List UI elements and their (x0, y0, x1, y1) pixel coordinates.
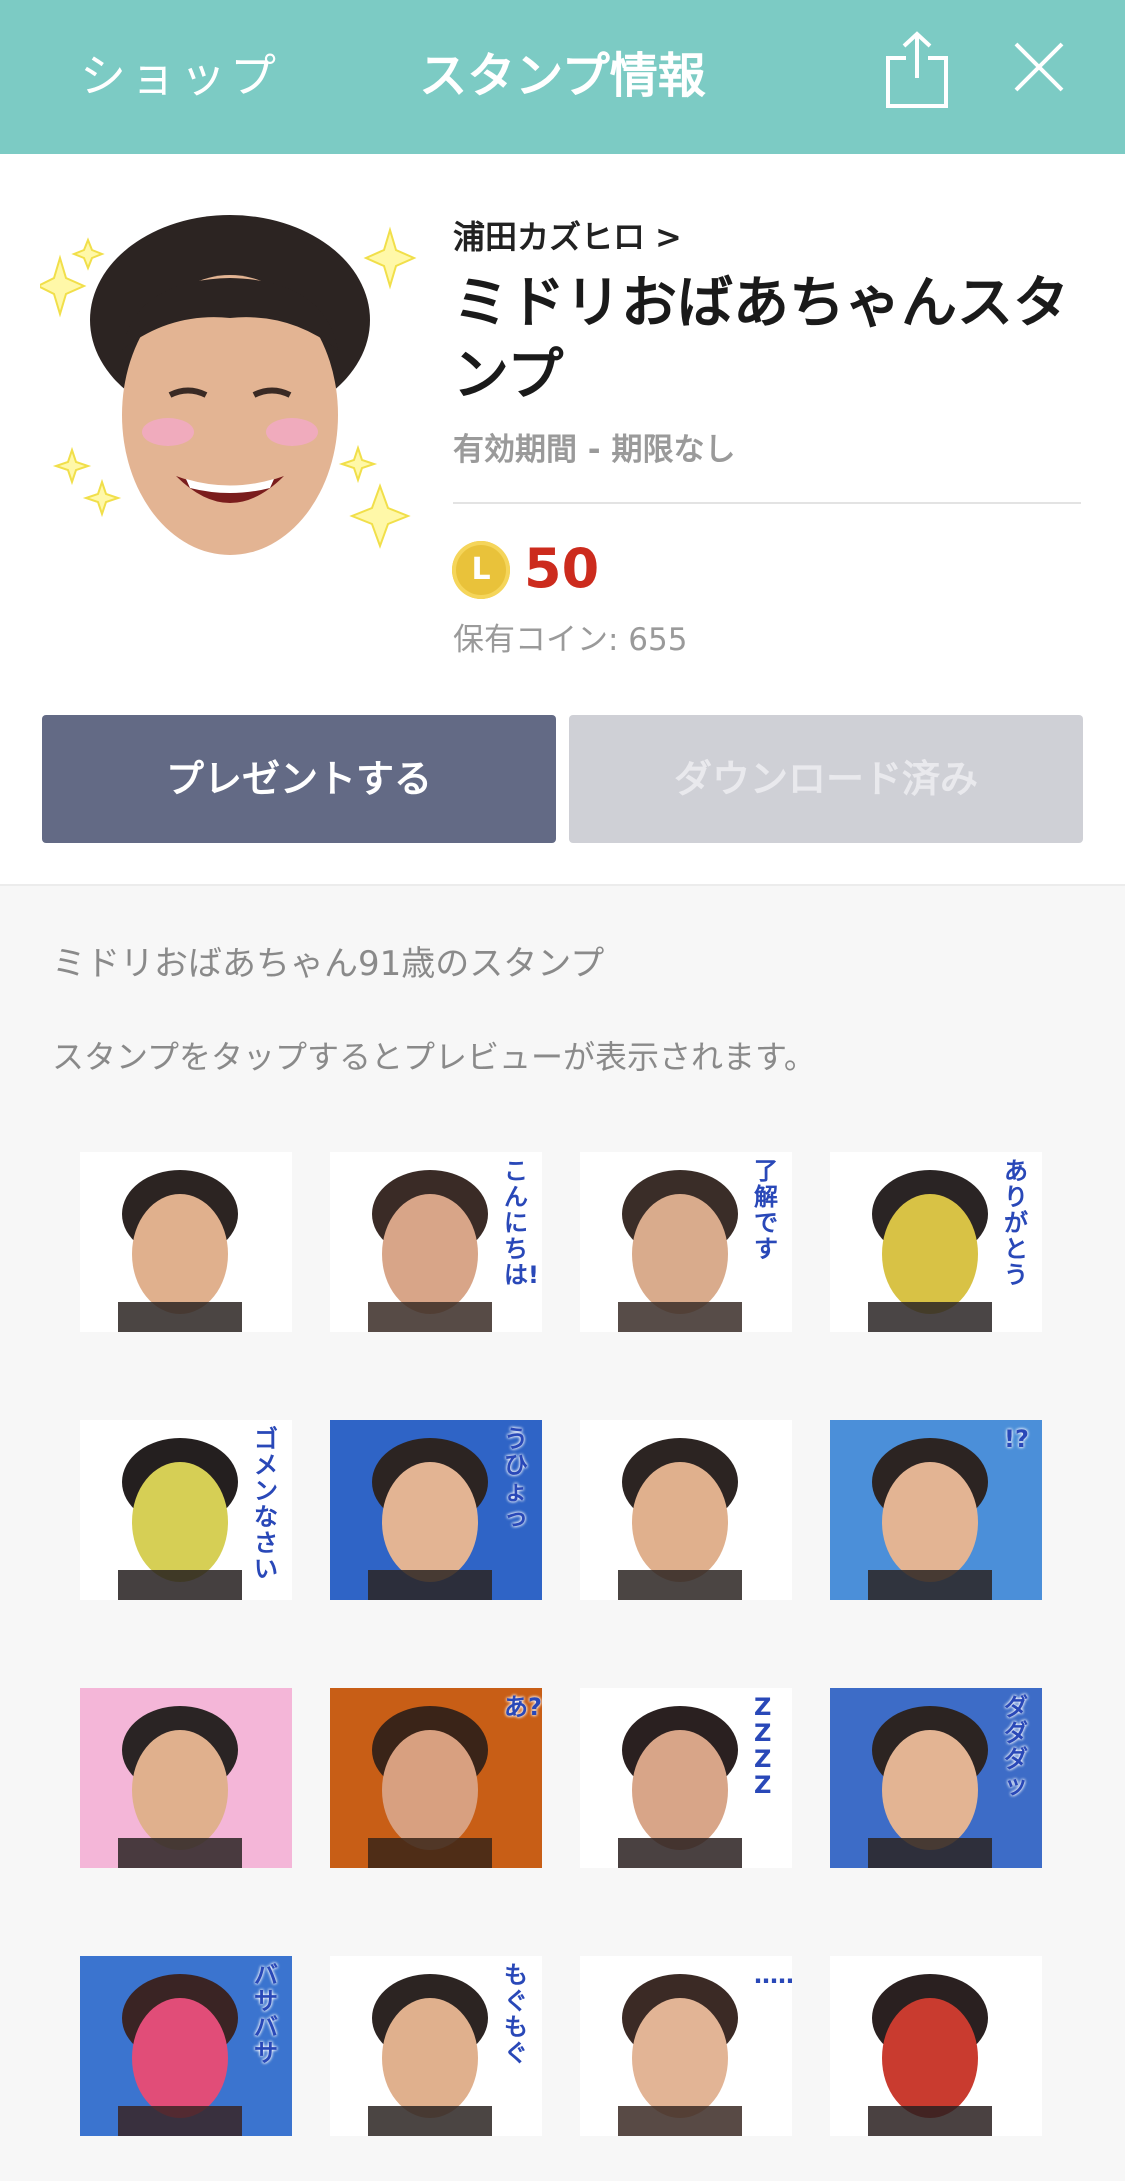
creator-link[interactable]: 浦田カズヒロ > (453, 212, 682, 258)
coin-balance: 保有コイン: 655 (453, 622, 688, 658)
sticker-gomennasai[interactable]: ゴメンなさい (80, 1420, 292, 1600)
sticker-caption: !? (1004, 1425, 1029, 1453)
sticker-caption: あ? (504, 1693, 542, 1721)
sticker-thumbnail-image (80, 1688, 292, 1868)
line-coin-icon: L (452, 541, 510, 599)
sticker-preview-section: ミドリおばあちゃん91歳のスタンプ スタンプをタップするとプレビューが表示されま… (0, 884, 1125, 2181)
sticker-caption: うひょっ (504, 1425, 528, 1531)
sticker-pack-title: ミドリおばあちゃんスタンプ (453, 271, 1069, 408)
page-title: スタンプ情報 (419, 48, 706, 104)
price: 50 (524, 537, 600, 600)
sticker-caption: ダダダッ (1004, 1693, 1028, 1799)
sticker-sleeping[interactable]: ZZZZ (580, 1688, 792, 1868)
top-navigation-bar: ショップ スタンプ情報 (0, 0, 1125, 154)
pack-description: ミドリおばあちゃん91歳のスタンプ (52, 944, 605, 984)
sticker-caption: ゴメンなさい (254, 1425, 278, 1583)
sticker-smile-sparkle[interactable] (80, 1152, 292, 1332)
chevron-right-icon: > (655, 218, 682, 256)
sticker-surprise-profile[interactable] (580, 1420, 792, 1600)
sticker-caption: こんにちは! (504, 1157, 539, 1289)
sticker-peace[interactable] (80, 1688, 292, 1868)
sticker-exclaim-question[interactable]: !? (830, 1420, 1042, 1600)
sticker-caption: バサバサ (254, 1961, 278, 2067)
sticker-mogumogu[interactable]: もぐもぐ (330, 1956, 542, 2136)
downloaded-button: ダウンロード済み (569, 715, 1083, 843)
close-icon[interactable] (1012, 40, 1066, 94)
validity-period: 有効期間 - 期限なし (453, 432, 736, 468)
sticker-konnichiwa[interactable]: こんにちは! (330, 1152, 542, 1332)
sticker-thumbnail-image (80, 1152, 292, 1332)
sticker-caption: もぐもぐ (504, 1961, 528, 2067)
sticker-a-question[interactable]: あ? (330, 1688, 542, 1868)
sticker-sword[interactable] (830, 1956, 1042, 2136)
divider (453, 502, 1081, 504)
sticker-caption: …… (754, 1961, 792, 1989)
sticker-thumbnail-image (830, 1956, 1042, 2136)
main-sticker-image (40, 215, 417, 555)
sticker-dadada[interactable]: ダダダッ (830, 1688, 1042, 1868)
sticker-uhyo[interactable]: うひょっ (330, 1420, 542, 1600)
share-icon[interactable] (884, 30, 950, 110)
sticker-caption: 了解です (754, 1157, 778, 1263)
sticker-caption: ありがとう (1004, 1157, 1028, 1289)
creator-name: 浦田カズヒロ (453, 218, 646, 256)
sticker-ryoukai-desu[interactable]: 了解です (580, 1152, 792, 1332)
present-button[interactable]: プレゼントする (42, 715, 556, 843)
preview-hint: スタンプをタップするとプレビューが表示されます。 (52, 1038, 816, 1076)
sticker-thumbnail-image (580, 1420, 792, 1600)
sticker-ellipsis[interactable]: …… (580, 1956, 792, 2136)
sticker-arigatou[interactable]: ありがとう (830, 1152, 1042, 1332)
sticker-basa-basa[interactable]: バサバサ (80, 1956, 292, 2136)
sticker-caption: ZZZZ (754, 1693, 772, 1799)
